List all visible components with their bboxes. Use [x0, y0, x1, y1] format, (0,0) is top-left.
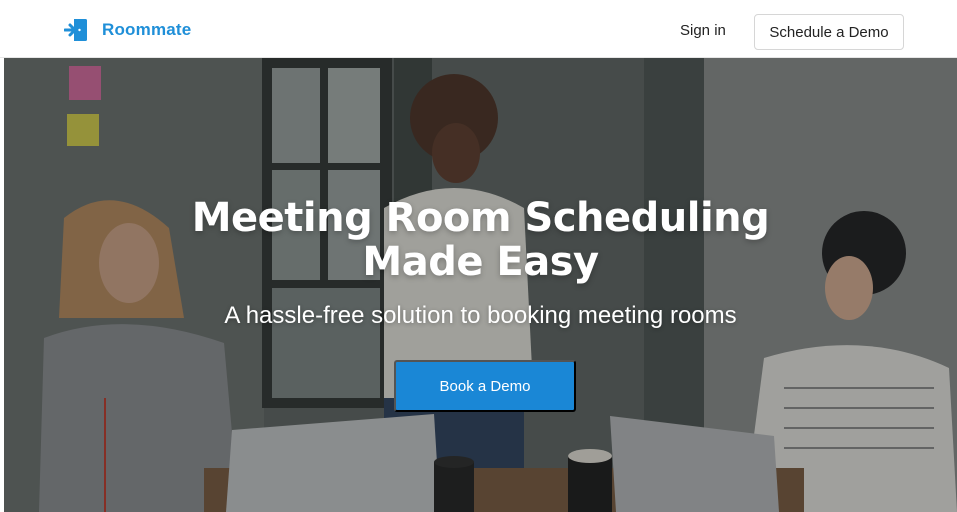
hero-headline-line-1: Meeting Room Scheduling [191, 195, 770, 241]
hero-headline-line-2: Made Easy [362, 239, 599, 285]
sign-in-link[interactable]: Sign in [680, 22, 726, 39]
brand-name: Roommate [102, 20, 192, 39]
schedule-demo-button[interactable]: Schedule a Demo [754, 14, 904, 50]
hero-dark-overlay [4, 58, 957, 512]
hero-headline: Meeting Room Scheduling Made Easy [4, 196, 957, 284]
book-demo-button[interactable]: Book a Demo [394, 360, 576, 412]
hero-section: Meeting Room Scheduling Made Easy A hass… [4, 58, 957, 512]
brand-logo-link[interactable]: Roommate [64, 18, 191, 42]
top-navigation-bar: Roommate Sign in Schedule a Demo [0, 0, 957, 58]
door-enter-icon [64, 18, 90, 42]
hero-subheadline: A hassle-free solution to booking meetin… [224, 302, 737, 329]
